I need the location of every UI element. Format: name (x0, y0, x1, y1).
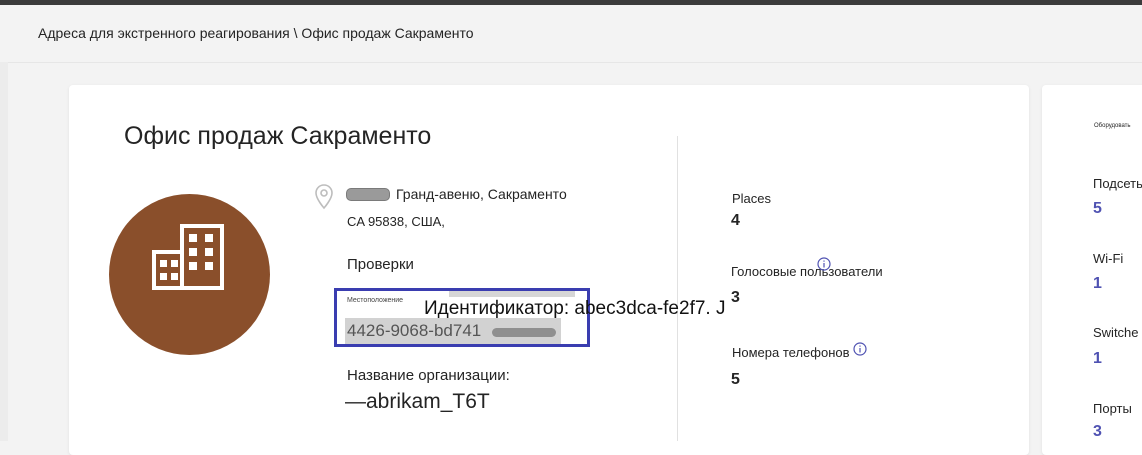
checks-label: Проверки (347, 256, 414, 273)
top-bar (0, 0, 1142, 5)
redacted-text (346, 187, 390, 201)
left-edge (0, 62, 8, 441)
building-icon (152, 224, 224, 290)
location-id-line-1: Идентификатор: abec3dca-fe2f7. J (424, 298, 726, 319)
switches-label: Switche (1093, 325, 1139, 340)
address-line-1: Гранд-авеню, Сакраменто (346, 186, 567, 202)
phone-numbers-label: Номера телефонов (732, 345, 850, 360)
voice-users-value: 3 (731, 289, 740, 306)
places-label: Places (732, 191, 772, 206)
voice-users-label: Голосовые пользователи (731, 264, 883, 279)
breadcrumb[interactable]: Адреса для экстренного реагирования \ Оф… (38, 25, 474, 41)
wifi-label: Wi-Fi (1093, 251, 1124, 266)
info-icon[interactable] (853, 342, 867, 356)
page-title: Офис продаж Сакраменто (124, 122, 432, 150)
address-line-2: CA 95838, США, (347, 214, 445, 229)
header-divider (0, 62, 1142, 63)
column-divider (677, 136, 678, 441)
subnets-label: Подсеть (1093, 176, 1142, 191)
org-value: —abrikam_T6T (345, 390, 490, 413)
equipment-card (1042, 85, 1142, 455)
location-pin-icon (315, 184, 333, 210)
phone-numbers-value: 5 (731, 371, 740, 388)
location-avatar (109, 194, 270, 355)
ports-label: Порты (1093, 401, 1132, 416)
equipment-header: Оборудовать (1094, 123, 1131, 129)
places-value: 4 (731, 212, 740, 229)
subnets-value[interactable]: 5 (1093, 200, 1102, 218)
ports-value[interactable]: 3 (1093, 423, 1102, 441)
switches-value[interactable]: 1 (1093, 350, 1102, 368)
org-label: Название организации: (347, 367, 510, 384)
wifi-value[interactable]: 1 (1093, 275, 1102, 293)
info-icon[interactable] (817, 257, 831, 271)
